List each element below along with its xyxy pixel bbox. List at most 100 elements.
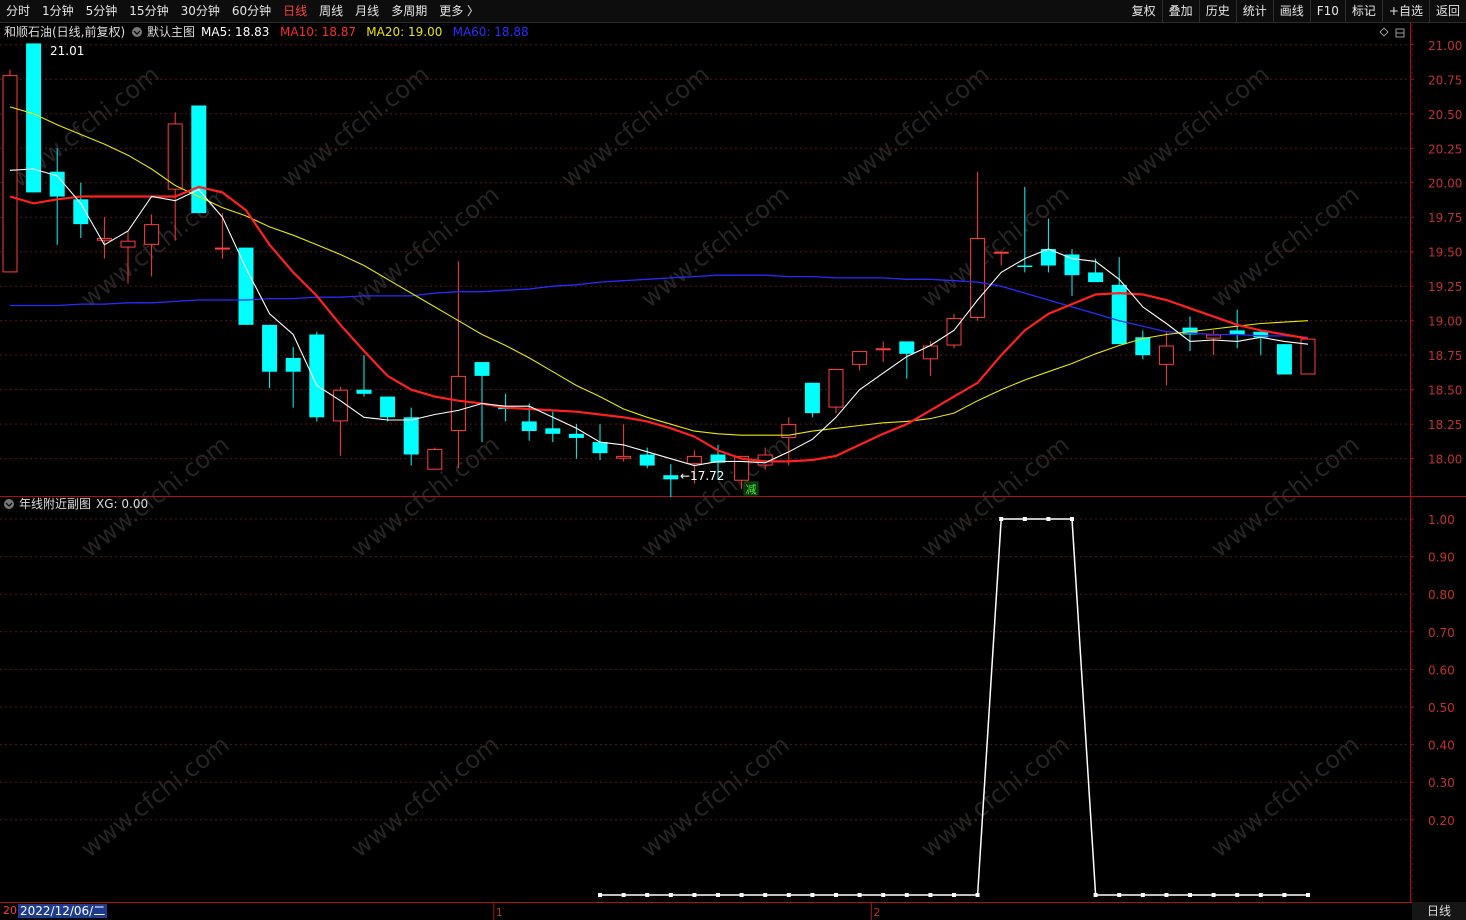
candle-body[interactable] <box>120 240 136 248</box>
watermark-text: www.cfchi.com <box>1206 180 1365 313</box>
price-tick-label: 18.50 <box>1428 384 1462 398</box>
period-tab[interactable]: 日线 <box>277 0 313 22</box>
candle-body[interactable] <box>1064 254 1080 276</box>
candle-body[interactable] <box>663 475 679 480</box>
sub-tick-label: 0.80 <box>1428 588 1455 602</box>
candle-body[interactable] <box>450 375 466 432</box>
candle-body[interactable] <box>262 324 278 372</box>
xg-point <box>1070 517 1074 521</box>
action-buttons: 复权 叠加 历史 统计 画线 F10 标记 +自选 返回 <box>1126 0 1466 22</box>
xg-point <box>857 893 862 897</box>
stock-chart[interactable]: www.cfchi.com www.cfchi.com www.cfchi.com w… <box>0 23 1466 920</box>
period-tab[interactable]: 1分钟 <box>36 0 80 22</box>
candle-body[interactable] <box>144 224 160 245</box>
period-tab[interactable]: 更多 〉 <box>433 0 485 22</box>
xg-point <box>881 893 886 897</box>
candle-body[interactable] <box>1206 334 1222 339</box>
price-tick-label: 19.00 <box>1428 315 1462 329</box>
toolbar-action-button[interactable]: 统计 <box>1237 0 1273 22</box>
watermark-text: www.cfchi.com <box>836 60 995 193</box>
candle-body[interactable] <box>1300 338 1316 375</box>
candle-body[interactable] <box>1088 272 1104 283</box>
period-tab[interactable]: 15分钟 <box>123 0 174 22</box>
period-tab[interactable]: 30分钟 <box>175 0 226 22</box>
candle-body[interactable] <box>521 421 537 432</box>
candle-body[interactable] <box>380 396 396 418</box>
candle-body[interactable] <box>592 442 608 454</box>
candle-body[interactable] <box>238 247 254 325</box>
period-tab[interactable]: 5分钟 <box>80 0 124 22</box>
price-tick-label: 20.25 <box>1428 142 1462 156</box>
toolbar-action-button[interactable]: F10 <box>1311 0 1345 22</box>
xg-point <box>810 893 815 897</box>
candle-body[interactable] <box>1158 345 1174 365</box>
xg-point <box>1306 893 1310 897</box>
period-tab[interactable]: 月线 <box>349 0 385 22</box>
candle-body[interactable] <box>899 341 915 354</box>
toolbar-action-button[interactable]: +自选 <box>1383 0 1429 22</box>
candle-body[interactable] <box>686 455 702 465</box>
candle-body[interactable] <box>828 368 844 408</box>
xg-point <box>952 893 956 897</box>
candle-body[interactable] <box>427 448 443 470</box>
candle-body[interactable] <box>545 428 561 434</box>
candle-body[interactable] <box>1017 265 1033 268</box>
price-tick-label: 20.75 <box>1428 73 1462 87</box>
price-tick-label: 18.75 <box>1428 349 1462 363</box>
candle-body[interactable] <box>167 123 183 190</box>
sub-tick-label: 0.20 <box>1428 814 1455 828</box>
ma-legend-label: MA20: 19.00 <box>366 25 442 39</box>
candle-body[interactable] <box>403 417 419 455</box>
sub-tick-label: 0.90 <box>1428 551 1455 565</box>
candle-body[interactable] <box>804 382 820 414</box>
month-label: 2 <box>873 906 880 919</box>
watermark-text: www.cfchi.com <box>346 180 505 313</box>
watermark-text: www.cfchi.com <box>346 730 505 863</box>
toolbar-action-button[interactable]: 叠加 <box>1163 0 1199 22</box>
stock-title: 和顺石油(日线,前复权) <box>4 24 125 39</box>
candle-body[interactable] <box>875 348 891 351</box>
period-tab[interactable]: 分时 <box>0 0 36 22</box>
candle-body[interactable] <box>332 389 348 422</box>
candle-body[interactable] <box>1276 344 1292 375</box>
xg-point <box>692 893 697 897</box>
period-indicator[interactable]: 日线 <box>1412 902 1466 920</box>
sub-panel-title: 年线附近副图 <box>19 497 91 511</box>
sub-panel-value: XG: 0.00 <box>96 497 148 511</box>
watermark-text: www.cfchi.com <box>1206 730 1365 863</box>
date-label[interactable]: 2022/12/06/二 <box>18 904 108 918</box>
xg-point <box>786 893 791 897</box>
toolbar-action-button[interactable]: 返回 <box>1430 0 1466 22</box>
candle-body[interactable] <box>946 317 962 346</box>
period-tab[interactable]: 多周期 <box>385 0 433 22</box>
xg-point <box>1093 893 1098 897</box>
toolbar-action-button[interactable]: 复权 <box>1126 0 1162 22</box>
candle-body[interactable] <box>474 362 490 376</box>
sub-tick-label: 1.00 <box>1428 513 1455 527</box>
candle-body[interactable] <box>2 75 18 273</box>
period-tab[interactable]: 周线 <box>313 0 349 22</box>
price-tick-label: 18.25 <box>1428 418 1462 432</box>
candle-body[interactable] <box>214 247 230 250</box>
candle-body[interactable] <box>568 433 584 438</box>
candle-body[interactable] <box>639 454 655 466</box>
candle-body[interactable] <box>96 237 112 241</box>
candle-body[interactable] <box>616 455 632 459</box>
xg-point <box>621 893 626 897</box>
candle-body[interactable] <box>993 251 1009 254</box>
template-toggle-icon[interactable] <box>132 27 142 37</box>
toolbar-action-button[interactable]: 标记 <box>1346 0 1382 22</box>
candle-body[interactable] <box>285 357 301 372</box>
candle-body[interactable] <box>309 334 325 418</box>
candle-body[interactable] <box>852 351 868 365</box>
xg-point <box>668 893 673 897</box>
candle-body[interactable] <box>356 389 372 394</box>
toolbar-action-button[interactable]: 画线 <box>1274 0 1310 22</box>
price-tick-label: 19.75 <box>1428 211 1462 225</box>
sub-toggle-icon[interactable] <box>4 499 14 509</box>
diamond-icon[interactable] <box>1379 27 1389 37</box>
period-tab[interactable]: 60分钟 <box>226 0 277 22</box>
watermark-text: www.cfchi.com <box>76 730 235 863</box>
period-tabs: 分时 1分钟 5分钟 15分钟 30分钟 60分钟 日线 周线 月线 多周期 更多 〉 <box>0 0 485 22</box>
toolbar-action-button[interactable]: 历史 <box>1200 0 1236 22</box>
